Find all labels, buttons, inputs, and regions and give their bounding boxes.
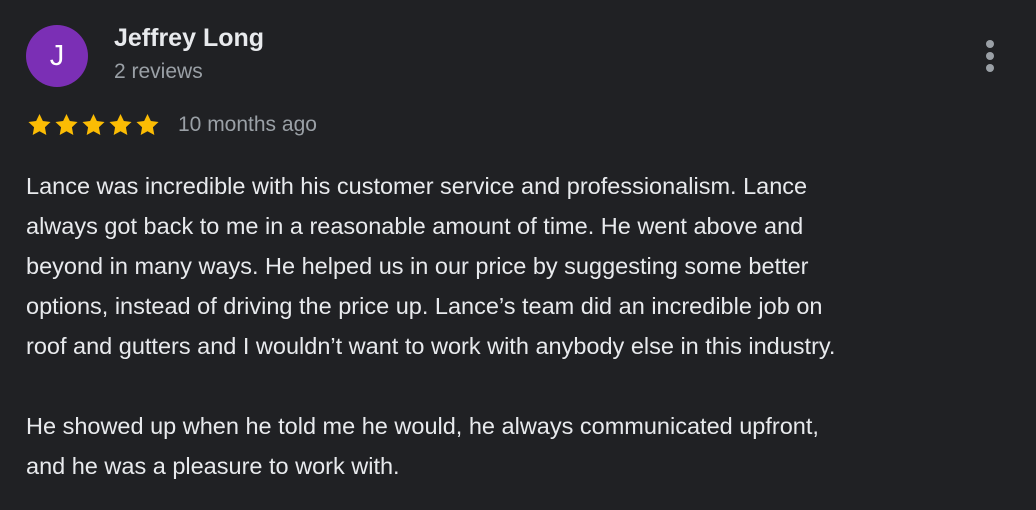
review-date: 10 months ago: [178, 113, 317, 136]
more-options-button[interactable]: [966, 32, 1014, 80]
star-rating: [26, 112, 161, 138]
review-paragraph: He showed up when he told me he would, h…: [26, 413, 819, 479]
star-icon: [82, 113, 105, 135]
star-icon: [28, 113, 51, 135]
star-icon: [55, 113, 78, 135]
star-icon: [136, 113, 159, 135]
star-icon: [109, 113, 132, 135]
review-paragraph: Lance was incredible with his customer s…: [26, 173, 836, 359]
avatar-initial: J: [49, 39, 65, 72]
author-review-count: 2 reviews: [114, 60, 203, 83]
review-text: Lance was incredible with his customer s…: [26, 166, 1026, 486]
author-name[interactable]: Jeffrey Long: [114, 24, 264, 53]
more-vert-icon: [986, 40, 994, 72]
rating-row: 10 months ago: [26, 110, 317, 140]
avatar[interactable]: J: [26, 25, 88, 87]
review-card: J Jeffrey Long 2 reviews 10 months ago L…: [0, 0, 1036, 510]
